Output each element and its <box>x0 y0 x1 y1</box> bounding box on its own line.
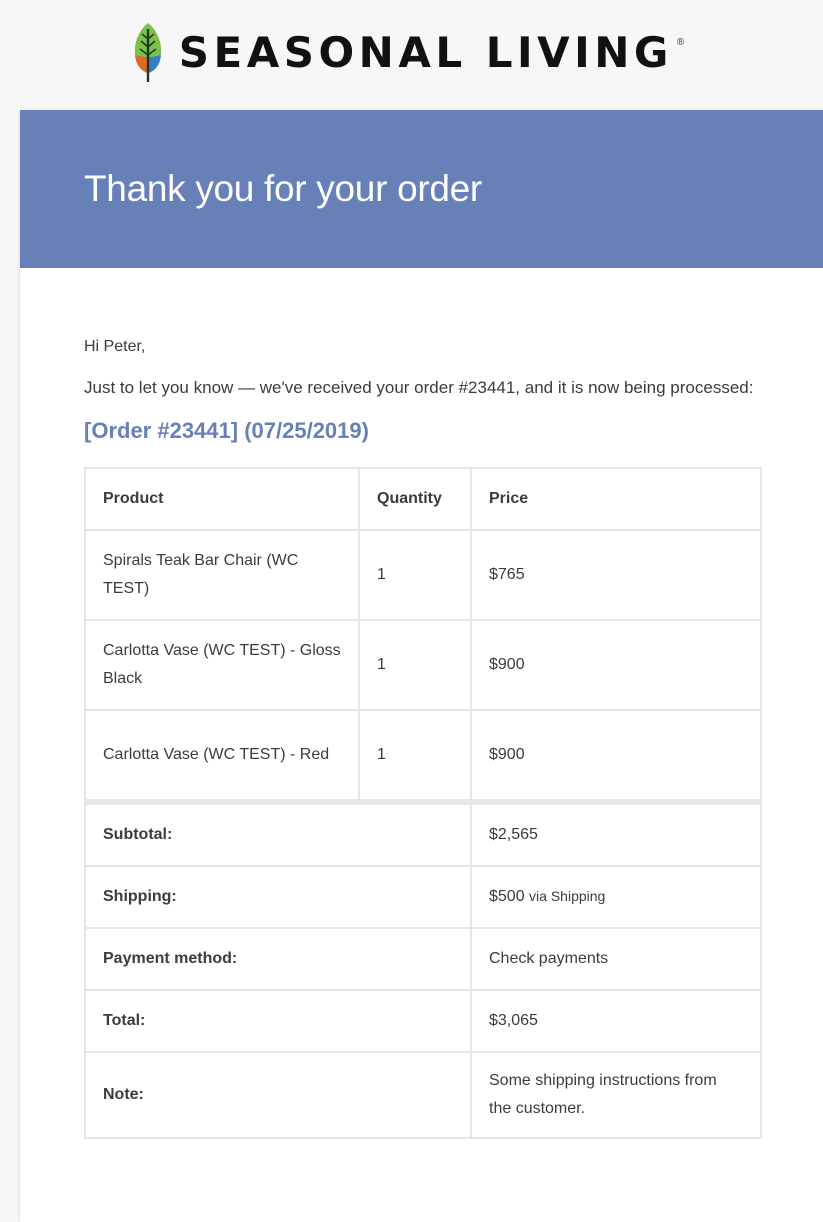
note-label: Note: <box>84 1051 472 1139</box>
banner-title: Thank you for your order <box>84 168 482 209</box>
banner: Thank you for your order <box>20 110 823 268</box>
payment-label: Payment method: <box>84 927 472 991</box>
shipping-method: via Shipping <box>529 888 606 904</box>
product-name: Carlotta Vase (WC TEST) - Gloss Black <box>84 619 360 711</box>
product-quantity: 1 <box>358 619 472 711</box>
table-row: Spirals Teak Bar Chair (WC TEST) 1 $765 <box>84 529 762 621</box>
product-name: Spirals Teak Bar Chair (WC TEST) <box>84 529 360 621</box>
shipping-value: $500 <box>489 888 525 905</box>
header-product: Product <box>84 467 360 531</box>
product-quantity: 1 <box>358 529 472 621</box>
email-card: Thank you for your order Hi Peter, Just … <box>20 110 823 1222</box>
email-header: SEASONAL LIVING ® <box>0 0 823 108</box>
note-row: Note: Some shipping instructions from th… <box>84 1051 762 1139</box>
tree-leaf-icon <box>134 23 161 82</box>
payment-value: Check payments <box>470 927 762 991</box>
brand-logo: SEASONAL LIVING ® <box>133 21 684 83</box>
product-name: Carlotta Vase (WC TEST) - Red <box>84 709 360 803</box>
order-table: Product Quantity Price Spirals Teak Bar … <box>84 467 762 1139</box>
product-price: $900 <box>470 619 762 711</box>
shipping-label: Shipping: <box>84 865 472 929</box>
greeting: Hi Peter, <box>84 338 146 355</box>
table-row: Carlotta Vase (WC TEST) - Gloss Black 1 … <box>84 619 762 711</box>
shipping-cell: $500 via Shipping <box>470 865 762 929</box>
registered-mark: ® <box>676 36 685 48</box>
table-header-row: Product Quantity Price <box>84 467 762 531</box>
subtotal-value: $2,565 <box>470 799 762 867</box>
total-label: Total: <box>84 989 472 1053</box>
subtotal-label: Subtotal: <box>84 799 472 867</box>
payment-row: Payment method: Check payments <box>84 927 762 991</box>
subtotal-row: Subtotal: $2,565 <box>84 799 762 867</box>
email-body: Hi Peter, Just to let you know — we've r… <box>20 338 823 1139</box>
note-value: Some shipping instructions from the cust… <box>470 1051 762 1139</box>
header-quantity: Quantity <box>358 467 472 531</box>
order-heading-link[interactable]: [Order #23441] (07/25/2019) <box>84 418 759 444</box>
brand-name: SEASONAL LIVING <box>178 27 673 77</box>
product-quantity: 1 <box>358 709 472 803</box>
total-row: Total: $3,065 <box>84 989 762 1053</box>
table-row: Carlotta Vase (WC TEST) - Red 1 $900 <box>84 709 762 803</box>
shipping-row: Shipping: $500 via Shipping <box>84 865 762 929</box>
product-price: $900 <box>470 709 762 803</box>
total-value: $3,065 <box>470 989 762 1053</box>
intro-text: Just to let you know — we've received yo… <box>84 378 754 397</box>
header-price: Price <box>470 467 762 531</box>
product-price: $765 <box>470 529 762 621</box>
